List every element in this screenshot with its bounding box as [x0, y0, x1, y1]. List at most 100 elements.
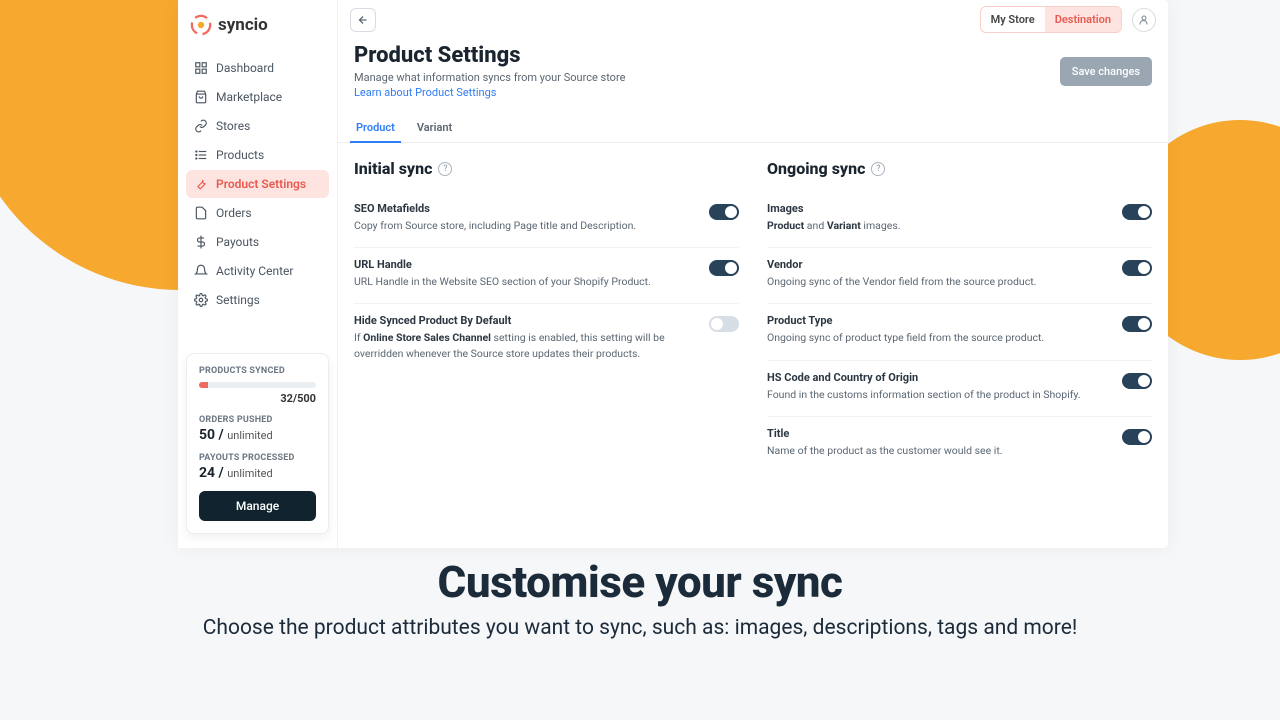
store-switcher[interactable]: My Store Destination — [980, 6, 1122, 33]
setting-desc: Found in the customs information section… — [767, 387, 1110, 402]
nav-products[interactable]: Products — [186, 141, 329, 169]
stat-payouts-label: PAYOUTS PROCESSED — [199, 453, 316, 463]
nav-product-settings[interactable]: Product Settings — [186, 170, 329, 198]
nav-label: Products — [216, 148, 264, 162]
help-icon[interactable]: ? — [438, 162, 452, 176]
nav-dashboard[interactable]: Dashboard — [186, 54, 329, 82]
page-subtitle: Manage what information syncs from your … — [354, 71, 1048, 84]
user-avatar[interactable] — [1132, 8, 1156, 32]
setting-title-sync: Title Name of the product as the custome… — [767, 417, 1152, 472]
setting-title: Vendor — [767, 258, 1110, 271]
toggle-vendor[interactable] — [1122, 260, 1152, 276]
link-icon — [194, 119, 208, 133]
nav-activity[interactable]: Activity Center — [186, 257, 329, 285]
toggle-product-type[interactable] — [1122, 316, 1152, 332]
syncio-logo-icon — [190, 14, 212, 36]
stats-card: PRODUCTS SYNCED 32/500 ORDERS PUSHED 50 … — [186, 353, 329, 534]
toggle-hide-synced[interactable] — [709, 316, 739, 332]
grid-icon — [194, 61, 208, 75]
setting-hs-code: HS Code and Country of Origin Found in t… — [767, 361, 1152, 417]
dollar-icon — [194, 235, 208, 249]
nav-label: Dashboard — [216, 61, 274, 75]
sidebar-nav: Dashboard Marketplace Stores Products Pr… — [186, 54, 329, 353]
page-header: Product Settings Manage what information… — [338, 39, 1168, 109]
col-ongoing-sync: Ongoing sync ? Images Product and Varian… — [767, 159, 1152, 532]
bell-icon — [194, 264, 208, 278]
setting-desc: URL Handle in the Website SEO section of… — [354, 274, 697, 289]
promo-heading: Customise your sync — [0, 556, 1280, 608]
setting-vendor: Vendor Ongoing sync of the Vendor field … — [767, 248, 1152, 304]
initial-sync-heading: Initial sync — [354, 159, 432, 178]
back-button[interactable] — [350, 8, 376, 32]
arrow-left-icon — [357, 14, 369, 26]
tabs: Product Variant — [338, 113, 1168, 143]
setting-desc: Product and Variant images. — [767, 218, 1110, 233]
nav-label: Payouts — [216, 235, 259, 249]
toggle-seo-metafields[interactable] — [709, 204, 739, 220]
help-icon[interactable]: ? — [871, 162, 885, 176]
ongoing-sync-heading: Ongoing sync — [767, 159, 865, 178]
toggle-url-handle[interactable] — [709, 260, 739, 276]
nav-marketplace[interactable]: Marketplace — [186, 83, 329, 111]
setting-seo-metafields: SEO Metafields Copy from Source store, i… — [354, 192, 739, 248]
user-icon — [1138, 14, 1150, 26]
nav-label: Settings — [216, 293, 260, 307]
brand-name: syncio — [218, 15, 268, 35]
wrench-icon — [194, 177, 208, 191]
setting-title: Product Type — [767, 314, 1110, 327]
nav-payouts[interactable]: Payouts — [186, 228, 329, 256]
save-button[interactable]: Save changes — [1060, 57, 1152, 86]
toggle-title[interactable] — [1122, 429, 1152, 445]
bag-icon — [194, 90, 208, 104]
list-icon — [194, 148, 208, 162]
setting-desc: Copy from Source store, including Page t… — [354, 218, 697, 233]
tab-variant[interactable]: Variant — [415, 113, 454, 142]
topbar: My Store Destination — [338, 0, 1168, 39]
setting-title: Title — [767, 427, 1110, 440]
setting-url-handle: URL Handle URL Handle in the Website SEO… — [354, 248, 739, 304]
gear-icon — [194, 293, 208, 307]
toggle-images[interactable] — [1122, 204, 1152, 220]
learn-link[interactable]: Learn about Product Settings — [354, 86, 1048, 99]
stat-orders-label: ORDERS PUSHED — [199, 415, 316, 425]
stat-synced-value: 32/500 — [199, 392, 316, 405]
app-window: syncio Dashboard Marketplace Stores Prod… — [178, 0, 1168, 548]
stat-synced-label: PRODUCTS SYNCED — [199, 366, 316, 376]
nav-orders[interactable]: Orders — [186, 199, 329, 227]
tab-product[interactable]: Product — [354, 113, 397, 142]
setting-product-type: Product Type Ongoing sync of product typ… — [767, 304, 1152, 360]
nav-label: Orders — [216, 206, 252, 220]
store-chip-mystore[interactable]: My Store — [981, 7, 1045, 32]
nav-label: Marketplace — [216, 90, 282, 104]
nav-settings[interactable]: Settings — [186, 286, 329, 314]
setting-title: HS Code and Country of Origin — [767, 371, 1110, 384]
col-initial-sync: Initial sync ? SEO Metafields Copy from … — [354, 159, 739, 532]
sidebar: syncio Dashboard Marketplace Stores Prod… — [178, 0, 338, 548]
page-title: Product Settings — [354, 43, 1048, 68]
synced-progress-bar — [199, 382, 316, 388]
file-icon — [194, 206, 208, 220]
nav-stores[interactable]: Stores — [186, 112, 329, 140]
brand-logo: syncio — [186, 10, 329, 50]
setting-desc: Ongoing sync of the Vendor field from th… — [767, 274, 1110, 289]
setting-images: Images Product and Variant images. — [767, 192, 1152, 248]
setting-title: Hide Synced Product By Default — [354, 314, 697, 327]
promo-text: Choose the product attributes you want t… — [0, 614, 1280, 644]
nav-label: Activity Center — [216, 264, 293, 278]
nav-label: Product Settings — [216, 177, 306, 191]
setting-title: Images — [767, 202, 1110, 215]
nav-label: Stores — [216, 119, 250, 133]
toggle-hs-code[interactable] — [1122, 373, 1152, 389]
setting-title: URL Handle — [354, 258, 697, 271]
setting-desc: Name of the product as the customer woul… — [767, 443, 1110, 458]
stat-payouts-value: 24 / unlimited — [199, 465, 316, 481]
store-chip-destination[interactable]: Destination — [1045, 7, 1121, 32]
stat-orders-value: 50 / unlimited — [199, 427, 316, 443]
manage-button[interactable]: Manage — [199, 491, 316, 521]
promo-section: Customise your sync Choose the product a… — [0, 556, 1280, 644]
setting-desc: If Online Store Sales Channel setting is… — [354, 330, 697, 360]
settings-columns: Initial sync ? SEO Metafields Copy from … — [338, 143, 1168, 548]
setting-hide-synced: Hide Synced Product By Default If Online… — [354, 304, 739, 374]
main-content: My Store Destination Product Settings Ma… — [338, 0, 1168, 548]
setting-desc: Ongoing sync of product type field from … — [767, 330, 1110, 345]
